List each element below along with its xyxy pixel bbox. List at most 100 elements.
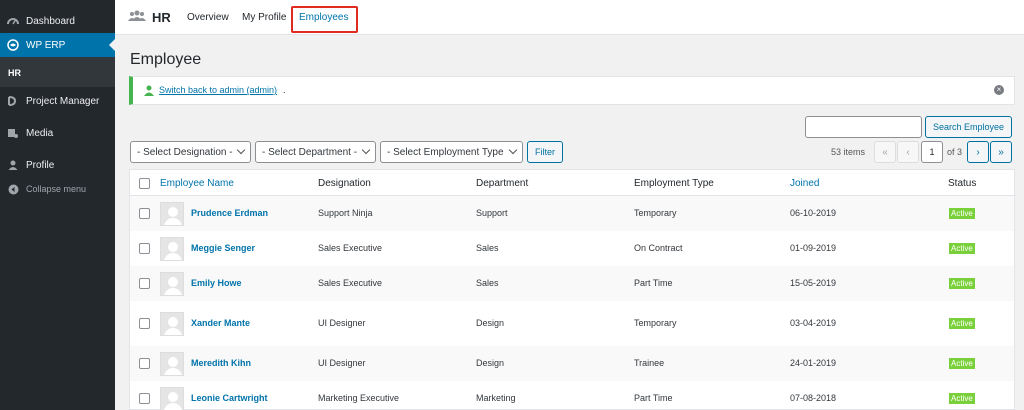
media-icon (7, 127, 19, 139)
table-row[interactable]: Meggie Senger Sales Executive Sales On Cont… (130, 231, 1014, 266)
designation-cell: Sales Executive (318, 243, 383, 253)
employee-name-link[interactable]: Prudence Erdman (191, 208, 268, 218)
designation-cell: Sales Executive (318, 278, 383, 288)
department-select[interactable]: - Select Department - (255, 141, 376, 163)
collapse-menu-button[interactable]: Collapse menu (0, 177, 115, 201)
employment-type-cell: Part Time (634, 278, 673, 288)
sidebar-item-label: WP ERP (26, 39, 66, 51)
project-manager-icon (7, 95, 19, 107)
designation-cell: UI Designer (318, 358, 366, 368)
department-cell: Marketing (476, 393, 516, 403)
current-page-input[interactable]: 1 (921, 141, 943, 163)
column-header-designation: Designation (318, 178, 371, 189)
nav-link-overview[interactable]: Overview (187, 12, 229, 23)
select-all-checkbox[interactable] (139, 178, 150, 189)
designation-select[interactable]: - Select Designation - (130, 141, 251, 163)
hr-top-navigation: HR Overview My Profile Employees (115, 0, 1024, 35)
employee-name-link[interactable]: Meredith Kihn (191, 358, 251, 368)
table-row[interactable]: Xander Mante UI Designer Design Temporary 03… (130, 301, 1014, 346)
status-badge: Active (949, 208, 975, 219)
sidebar-item-wp-erp[interactable]: WP ERP (0, 33, 115, 57)
designation-cell: Marketing Executive (318, 393, 400, 403)
employment-type-select[interactable]: - Select Employment Type (380, 141, 523, 163)
employee-name-link[interactable]: Xander Mante (191, 318, 250, 328)
designation-cell: Support Ninja (318, 208, 373, 218)
employee-name-link[interactable]: Emily Howe (191, 278, 242, 288)
department-select-value: - Select Department - (262, 146, 358, 158)
row-checkbox[interactable] (139, 208, 150, 219)
joined-date-cell: 24-01-2019 (790, 358, 837, 368)
submenu-item-hr[interactable]: HR (8, 68, 21, 78)
page-title: Employee (130, 51, 202, 68)
switch-back-link-text: Switch back to admin (admin) (159, 85, 278, 95)
joined-date-cell: 15-05-2019 (790, 278, 837, 288)
total-pages: of 3 (947, 147, 963, 157)
sidebar-item-label: Project Manager (26, 95, 100, 107)
wp-erp-icon (7, 39, 19, 51)
status-badge: Active (949, 318, 975, 329)
status-badge: Active (949, 243, 975, 254)
sidebar-item-project-manager[interactable]: Project Manager (0, 89, 115, 113)
row-checkbox[interactable] (139, 318, 150, 329)
designation-select-value: - Select Designation - (137, 146, 233, 158)
avatar (160, 312, 184, 336)
status-badge: Active (949, 358, 975, 369)
table-header: Employee Name Designation Department Emp… (130, 170, 1016, 196)
table-row[interactable]: Meredith Kihn UI Designer Design Trainee 24-… (130, 346, 1014, 381)
last-page-button[interactable]: » (990, 141, 1012, 163)
collapse-arrow-icon (7, 183, 19, 195)
sidebar-submenu: HR (0, 57, 115, 87)
employment-type-cell: Temporary (634, 208, 677, 218)
employee-name-link[interactable]: Meggie Senger (191, 243, 255, 253)
next-page-button[interactable]: › (967, 141, 989, 163)
designation-cell: UI Designer (318, 318, 366, 328)
avatar (160, 387, 184, 410)
employment-type-cell: Temporary (634, 318, 677, 328)
chevron-down-icon (508, 145, 518, 155)
row-checkbox[interactable] (139, 393, 150, 404)
row-checkbox[interactable] (139, 358, 150, 369)
sidebar-item-dashboard[interactable]: Dashboard (0, 9, 115, 33)
switch-back-link[interactable]: Switch back to admin (admin) (159, 85, 277, 95)
sidebar-item-label: Profile (26, 159, 55, 171)
chevron-down-icon (361, 145, 371, 155)
prev-page-button: ‹ (897, 141, 919, 163)
sidebar-item-profile[interactable]: Profile (0, 153, 115, 177)
dismiss-icon[interactable]: × (994, 85, 1004, 95)
department-cell: Design (476, 318, 505, 328)
row-checkbox[interactable] (139, 278, 150, 289)
department-cell: Design (476, 358, 505, 368)
column-header-department: Department (476, 178, 529, 189)
chevron-down-icon (236, 145, 246, 155)
column-header-employment-type: Employment Type (634, 178, 714, 189)
filter-button[interactable]: Filter (527, 141, 563, 163)
table-row[interactable]: Emily Howe Sales Executive Sales Part Time 1… (130, 266, 1014, 301)
row-checkbox[interactable] (139, 243, 150, 254)
people-icon (128, 10, 146, 25)
employment-type-cell: Trainee (634, 358, 665, 368)
column-header-joined[interactable]: Joined (790, 178, 819, 189)
nav-link-my-profile[interactable]: My Profile (242, 12, 286, 23)
sidebar-item-label: Dashboard (26, 15, 75, 27)
notice-period: . (283, 85, 286, 95)
item-count: 53 items (831, 147, 866, 157)
table-row[interactable]: Leonie Cartwright Marketing Executive Mark… (130, 381, 1014, 410)
sidebar-item-media[interactable]: Media (0, 121, 115, 145)
switch-user-notice: Switch back to admin (admin) . × (129, 76, 1015, 105)
hr-brand-title: HR (152, 10, 171, 25)
joined-date-cell: 01-09-2019 (790, 243, 837, 253)
profile-icon (7, 159, 19, 171)
employment-type-select-value: - Select Employment Type (387, 146, 504, 158)
employees-highlight-box (291, 6, 358, 33)
status-badge: Active (949, 278, 975, 289)
joined-date-cell: 06-10-2019 (790, 208, 837, 218)
table-row[interactable]: Prudence Erdman Support Ninja Support Tempo… (130, 196, 1014, 231)
column-header-employee-name[interactable]: Employee Name (160, 178, 234, 189)
department-cell: Support (476, 208, 508, 218)
employee-name-link[interactable]: Leonie Cartwright (191, 393, 268, 403)
search-input[interactable] (805, 116, 922, 138)
hr-brand: HR (128, 10, 171, 25)
avatar (160, 237, 184, 261)
avatar (160, 202, 184, 226)
search-employee-button[interactable]: Search Employee (925, 116, 1012, 138)
